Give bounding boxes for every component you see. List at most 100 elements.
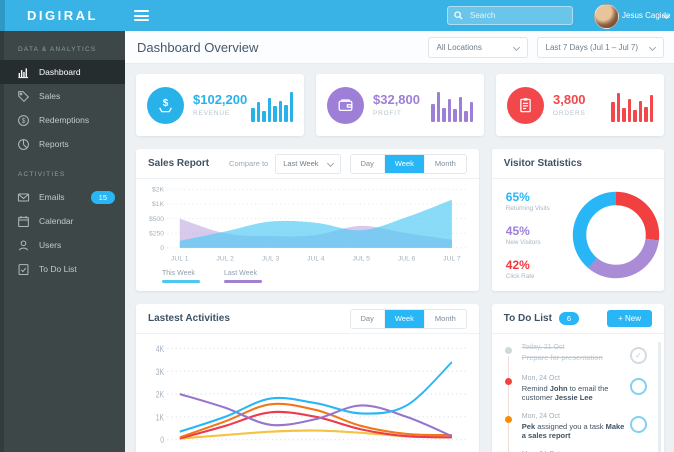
visitor-metrics: 65% Returning Visits 45% New Visitors 42% Cli… [506, 191, 568, 280]
sidebar-item-users[interactable]: Users [0, 233, 125, 257]
sidebar-nav: DATA & ANALYTICS Dashboard Sales $ Redemptio… [0, 31, 125, 281]
svg-text:$1K: $1K [152, 202, 165, 209]
todo-text: Remind John to email the customer Jessie… [521, 384, 609, 402]
todo-date: Mon, 24 Oct [521, 375, 560, 382]
location-filter-select[interactable]: All Locations [427, 36, 528, 58]
bar-chart-icon [17, 66, 30, 79]
todo-checkbox[interactable] [630, 378, 647, 395]
sales-chart: $2K $1K $500 $250 0 JUL 1 JUL 2 JUL 3 JUL 4 JUL 5… [136, 179, 479, 268]
todo-checkbox[interactable] [630, 416, 647, 433]
stat-sparkline [611, 89, 653, 122]
hamburger-menu-icon[interactable] [134, 10, 149, 21]
stat-label: ORDERS [553, 110, 586, 117]
metric-percentage: 65% [505, 189, 530, 204]
sales-tab-week[interactable]: Week [383, 154, 424, 173]
svg-text:JUL 6: JUL 6 [398, 256, 416, 263]
metric-label: New Visitors [505, 238, 541, 246]
wallet-icon [327, 86, 364, 124]
date-range-value: Last 7 Days (Jul 1 – Jul 7) [545, 42, 638, 52]
sidebar-item-calendar[interactable]: Calendar [0, 209, 125, 233]
sidebar-item-label: Calendar [39, 216, 74, 226]
metric-label: Returning Visits [505, 204, 550, 212]
sidebar-item-to-do-list[interactable]: To Do List [0, 257, 125, 281]
visitor-donut-chart [572, 191, 660, 279]
svg-text:0: 0 [160, 435, 164, 445]
sidebar-item-label: Reports [39, 139, 69, 149]
chevron-down-icon [648, 43, 657, 51]
latest-activities-card: Lastest Activities Day Week Month 4K 3K 2K 1K… [136, 304, 479, 452]
new-todo-button[interactable]: + New [607, 310, 652, 327]
stat-sparkline [251, 89, 293, 122]
todo-body: Today, 21 Oct Prepare for presentation [522, 344, 603, 364]
search-box[interactable] [447, 6, 573, 25]
calendar-icon [17, 215, 30, 228]
envelope-icon [17, 191, 30, 204]
sales-tab-month[interactable]: Month [423, 154, 466, 173]
sales-range-tabs: Day Week Month [349, 153, 467, 174]
app-logo: DIGIRAL [27, 8, 98, 23]
page-header: Dashboard Overview All Locations Last 7 … [125, 31, 674, 64]
metric-percentage: 42% [505, 257, 530, 272]
main-content: $ $102,200 REVENUE $32,800 PROFIT 3,800 ORDERS… [125, 64, 674, 452]
legend-color-bar [224, 280, 262, 283]
todo-title: To Do List 6 [504, 312, 580, 325]
stat-text: $32,800 PROFIT [373, 92, 420, 118]
sidebar-item-label: Dashboard [39, 67, 81, 77]
todo-body: Mon, 24 Oct Pek assigned you a task Make … [522, 413, 630, 440]
todo-date: Mon, 24 Oct [521, 413, 560, 420]
sidebar: DATA & ANALYTICS Dashboard Sales $ Redemptio… [0, 31, 125, 452]
activities-tab-month[interactable]: Month [423, 309, 466, 328]
legend-item-last-week: Last Week [224, 270, 262, 283]
todo-icon [17, 263, 30, 276]
todo-body: Mon, 24 Oct Remind John to email the cust… [522, 375, 630, 402]
sidebar-item-dashboard[interactable]: Dashboard [0, 60, 125, 84]
stat-sparkline [431, 89, 473, 122]
sidebar-item-label: Redemptions [39, 115, 90, 125]
search-input[interactable] [468, 10, 566, 21]
dollar-circle-icon: $ [17, 114, 30, 127]
svg-text:3K: 3K [156, 367, 165, 377]
deposit-icon: $ [147, 86, 184, 124]
sales-tab-day[interactable]: Day [350, 154, 384, 173]
stat-label: PROFIT [373, 110, 402, 117]
compare-to-select[interactable]: Last Week [275, 153, 341, 174]
todo-status-dot [504, 378, 512, 385]
latest-activities-title: Lastest Activities [148, 313, 230, 324]
sidebar-item-label: To Do List [39, 264, 77, 274]
activities-tab-day[interactable]: Day [350, 309, 384, 328]
sidebar-section-label: ACTIVITIES [18, 171, 66, 178]
visitor-statistics-title: Visitor Statistics [503, 158, 582, 169]
sidebar-item-label: Users [39, 240, 62, 250]
stat-text: $102,200 REVENUE [193, 93, 247, 118]
todo-scrollbar[interactable] [658, 342, 661, 452]
legend-label: This Week [162, 270, 195, 277]
sidebar-item-label: Emails [39, 192, 65, 202]
stat-label: REVENUE [193, 110, 231, 117]
svg-text:JUL 2: JUL 2 [216, 256, 234, 263]
chevron-down-icon [512, 43, 520, 51]
sidebar-item-sales[interactable]: Sales [0, 84, 125, 108]
activities-tab-week[interactable]: Week [383, 309, 424, 328]
sidebar-item-reports[interactable]: Reports [0, 132, 125, 156]
todo-list: Today, 21 Oct Prepare for presentation ✓ Mo… [492, 334, 664, 452]
svg-text:$: $ [163, 98, 169, 109]
todo-checked-icon[interactable]: ✓ [630, 347, 647, 364]
todo-count-badge: 6 [558, 312, 580, 325]
stat-card-orders: 3,800 ORDERS [496, 74, 664, 136]
location-filter-value: All Locations [436, 42, 482, 52]
date-range-select[interactable]: Last 7 Days (Jul 1 – Jul 7) [536, 36, 664, 58]
stat-card-revenue: $ $102,200 REVENUE [136, 74, 304, 136]
sidebar-item-redemptions[interactable]: $ Redemptions [0, 108, 125, 132]
activities-chart: 4K3K2K1K0JUL 1JUL 2JUL 3JUL 4JUL 5JUL 6J… [136, 334, 479, 452]
visitor-statistics-card: Visitor Statistics 65% Returning Visits 45… [491, 149, 664, 291]
compare-to-label: Compare to [229, 159, 269, 168]
svg-text:$500: $500 [149, 216, 165, 223]
sales-chart-svg: $2K $1K $500 $250 0 JUL 1 JUL 2 JUL 3 JUL 4 JUL 5… [149, 187, 467, 263]
sidebar-item-emails[interactable]: Emails 15 [0, 185, 125, 209]
visitor-metric-returning-visits: 65% Returning Visits [506, 191, 568, 212]
todo-card: To Do List 6 + New Today, 21 Oct Prepare … [491, 304, 664, 452]
sales-report-card: Sales Report Compare to Last Week Day Wee… [136, 149, 479, 291]
stat-value: $32,800 [373, 92, 420, 107]
svg-text:$2K: $2K [152, 187, 165, 194]
user-avatar[interactable] [594, 4, 619, 29]
